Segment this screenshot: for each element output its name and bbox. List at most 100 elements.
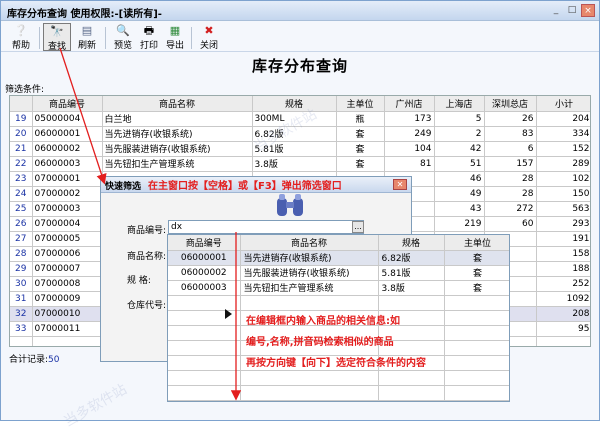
dropdown-cell bbox=[240, 385, 379, 401]
table-cell: 6 bbox=[484, 141, 537, 157]
print-button[interactable]: 🖶 打印 bbox=[135, 23, 163, 51]
table-cell: 07000007 bbox=[32, 261, 103, 277]
help-button[interactable]: ❔ 帮助 bbox=[7, 23, 35, 51]
find-label: 查找 bbox=[47, 42, 66, 52]
toolbar-separator bbox=[39, 27, 40, 49]
title-bar[interactable]: 库存分布查询 使用权限:-[读所有]- _ □ × bbox=[1, 1, 599, 21]
dropdown-row[interactable]: 06000001 当先进销存(收银系统) 6.82版套 bbox=[168, 250, 509, 266]
dropdown-cell: 5.81版 bbox=[378, 265, 445, 281]
filter-condition-label: 筛选条件: bbox=[5, 85, 45, 95]
table-cell: 188 bbox=[536, 261, 590, 277]
dropdown-cell: 套 bbox=[444, 265, 509, 281]
row-number: 24 bbox=[10, 186, 33, 202]
grid-column-header[interactable]: 商品编号 bbox=[32, 96, 103, 112]
table-cell: 当先服装进销存(收银系统) bbox=[102, 141, 253, 157]
table-cell: 07000001 bbox=[32, 171, 103, 187]
row-number: 21 bbox=[10, 141, 33, 157]
dialog-title: 快速筛选 bbox=[105, 182, 142, 192]
grid-column-header[interactable]: 主单位 bbox=[336, 96, 385, 112]
export-label: 导出 bbox=[165, 41, 184, 51]
row-number: 19 bbox=[10, 111, 33, 127]
annotation-line: 编号,名称,拼音码检索相似的商品 bbox=[246, 337, 394, 348]
table-row[interactable]: 22 06000003 当先钮扣生产管理系统 3.8版套 81 51 157 289 bbox=[10, 156, 590, 172]
dropdown-cell bbox=[444, 385, 509, 401]
table-cell: 07000002 bbox=[32, 186, 103, 202]
dropdown-cell bbox=[378, 295, 445, 311]
table-cell: 28 bbox=[484, 171, 537, 187]
grid-column-header[interactable]: 商品名称 bbox=[102, 96, 253, 112]
table-cell: 07000009 bbox=[32, 291, 103, 307]
row-number: 29 bbox=[10, 261, 33, 277]
binoculars-icon bbox=[277, 194, 303, 216]
dialog-close-button[interactable]: ✕ bbox=[393, 179, 407, 190]
find-button[interactable]: 🔭 查找 bbox=[43, 23, 71, 52]
dropdown-cell: 当先钮扣生产管理系统 bbox=[240, 280, 379, 296]
table-cell: 06000003 bbox=[32, 156, 103, 172]
product-code-input[interactable]: dx bbox=[168, 220, 364, 234]
table-cell: 06000002 bbox=[32, 141, 103, 157]
grid-column-header[interactable]: 广州店 bbox=[384, 96, 435, 112]
dropdown-cell bbox=[168, 295, 241, 311]
dropdown-cell bbox=[168, 340, 241, 356]
dropdown-row[interactable]: 06000002 当先服装进销存(收银系统) 5.81版套 bbox=[168, 265, 509, 281]
table-cell: 252 bbox=[536, 276, 590, 292]
table-cell: 07000010 bbox=[32, 306, 103, 322]
table-cell: 272 bbox=[484, 201, 537, 217]
maximize-button[interactable]: □ bbox=[565, 4, 579, 17]
dropdown-cell bbox=[168, 385, 241, 401]
dropdown-cell bbox=[168, 310, 241, 326]
dropdown-cell: 06000002 bbox=[168, 265, 241, 281]
dropdown-row[interactable] bbox=[168, 385, 509, 401]
window-title: 库存分布查询 使用权限:-[读所有]- bbox=[7, 9, 162, 20]
table-cell: 07000003 bbox=[32, 201, 103, 217]
table-cell: 07000011 bbox=[32, 321, 103, 337]
minimize-button[interactable]: _ bbox=[549, 4, 563, 17]
close-button[interactable]: ✖ 关闭 bbox=[195, 23, 223, 51]
dropdown-cell: 06000003 bbox=[168, 280, 241, 296]
table-cell: 07000008 bbox=[32, 276, 103, 292]
warehouse-label: 仓库代号: bbox=[127, 301, 167, 311]
spec-label: 规 格: bbox=[127, 276, 151, 286]
row-number: 22 bbox=[10, 156, 33, 172]
table-cell: 289 bbox=[536, 156, 590, 172]
export-button[interactable]: ▦ 导出 bbox=[161, 23, 189, 51]
table-cell: 191 bbox=[536, 231, 590, 247]
grid-column-header[interactable]: 小计 bbox=[536, 96, 590, 112]
table-cell: 42 bbox=[434, 141, 485, 157]
refresh-button[interactable]: ▤ 刷新 bbox=[73, 23, 101, 51]
dropdown-column-header: 商品编号 bbox=[168, 235, 241, 251]
dropdown-row[interactable]: 06000003 当先钮扣生产管理系统 3.8版套 bbox=[168, 280, 509, 296]
annotation-instructions: 在编辑框内输入商品的相关信息:如 编号,名称,拼音码检索相似的商品 再按方向键【… bbox=[246, 311, 486, 374]
toolbar: ❔ 帮助 🔭 查找 ▤ 刷新 🔍 预览 🖶 打印 ▦ 导出 ✖ 关闭 bbox=[1, 22, 599, 52]
window-close-button[interactable]: × bbox=[581, 4, 595, 17]
table-cell: 07000004 bbox=[32, 216, 103, 232]
table-cell: 249 bbox=[384, 126, 435, 142]
table-cell: 83 bbox=[484, 126, 537, 142]
grid-column-header[interactable]: 规格 bbox=[252, 96, 337, 112]
table-cell: 51 bbox=[434, 156, 485, 172]
dropdown-row[interactable] bbox=[168, 295, 509, 311]
ellipsis-button[interactable]: ... bbox=[352, 221, 364, 233]
table-cell: 204 bbox=[536, 111, 590, 127]
total-records-label: 合计记录: bbox=[9, 355, 49, 365]
table-row[interactable]: 21 06000002 当先服装进销存(收银系统) 5.81版套 104 42 6 152 bbox=[10, 141, 590, 157]
preview-button[interactable]: 🔍 预览 bbox=[109, 23, 137, 51]
grid-column-header[interactable]: 上海店 bbox=[434, 96, 485, 112]
table-cell: 套 bbox=[336, 141, 385, 157]
dropdown-cell bbox=[168, 355, 241, 371]
table-cell: 瓶 bbox=[336, 111, 385, 127]
export-icon: ▦ bbox=[169, 24, 181, 37]
table-cell: 102 bbox=[536, 171, 590, 187]
table-cell: 2 bbox=[434, 126, 485, 142]
row-number: 32 bbox=[10, 306, 33, 322]
table-cell: 563 bbox=[536, 201, 590, 217]
grid-column-header[interactable] bbox=[10, 96, 33, 112]
grid-column-header[interactable]: 深圳总店 bbox=[484, 96, 537, 112]
table-cell: 1092 bbox=[536, 291, 590, 307]
table-cell: 95 bbox=[536, 321, 590, 337]
table-cell: 26 bbox=[484, 111, 537, 127]
row-number bbox=[10, 336, 33, 346]
dropdown-column-header: 主单位 bbox=[444, 235, 509, 251]
table-cell: 293 bbox=[536, 216, 590, 232]
preview-icon: 🔍 bbox=[116, 24, 130, 37]
